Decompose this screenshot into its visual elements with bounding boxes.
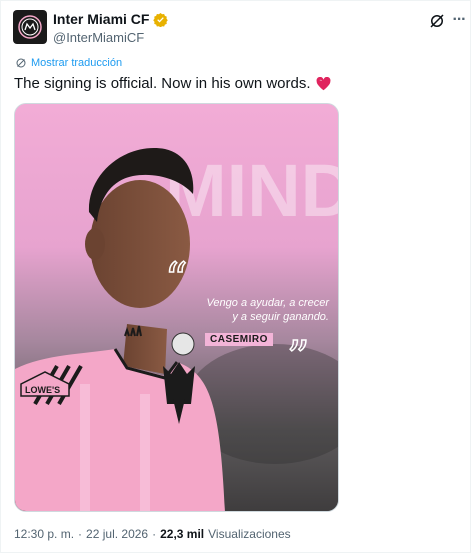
tweet[interactable]: Inter Miami CF @InterMiamiCF ··· Mostrar… xyxy=(0,0,471,553)
club-crest-icon xyxy=(18,15,42,39)
sponsor-patch-text: LOWE'S xyxy=(25,385,60,395)
quote-line-1: Vengo a ayudar, a crecer xyxy=(206,297,329,309)
tweet-text: The signing is official. Now in his own … xyxy=(14,74,331,93)
translate-link[interactable]: Mostrar traducción xyxy=(15,57,122,69)
pink-heart-emoji-icon xyxy=(316,76,330,90)
translate-label[interactable]: Mostrar traducción xyxy=(31,57,122,69)
translate-icon xyxy=(16,58,26,68)
views-label[interactable]: Visualizaciones xyxy=(208,527,291,541)
display-name[interactable]: Inter Miami CF xyxy=(53,11,149,27)
author-block: Inter Miami CF @InterMiamiCF xyxy=(53,11,169,45)
tweet-text-content: The signing is official. Now in his own … xyxy=(14,75,311,92)
more-options-icon[interactable]: ··· xyxy=(450,11,468,29)
player-quote: Vengo a ayudar, a crecer y a seguir gana… xyxy=(179,296,329,324)
tweet-metadata: 12:30 p. m. · 22 jul. 2026 · 22,3 mil Vi… xyxy=(14,527,291,541)
tweet-date[interactable]: 22 jul. 2026 xyxy=(86,527,148,541)
views-count[interactable]: 22,3 mil xyxy=(160,527,204,541)
meta-separator: · xyxy=(78,527,83,541)
quote-line-2: y a seguir ganando. xyxy=(232,311,329,323)
tweet-media-image[interactable]: MIND LOWE'S “ ” Vengo a ayudar, a crecer… xyxy=(14,103,339,512)
meta-separator-2: · xyxy=(152,527,157,541)
verified-badge-icon[interactable] xyxy=(153,12,169,27)
avatar[interactable] xyxy=(13,10,47,44)
grok-icon[interactable] xyxy=(428,12,446,30)
tweet-time[interactable]: 12:30 p. m. xyxy=(14,527,74,541)
user-handle[interactable]: @InterMiamiCF xyxy=(53,30,168,45)
quote-author: CASEMIRO xyxy=(205,333,273,346)
close-quote-mark: ” xyxy=(287,332,310,383)
